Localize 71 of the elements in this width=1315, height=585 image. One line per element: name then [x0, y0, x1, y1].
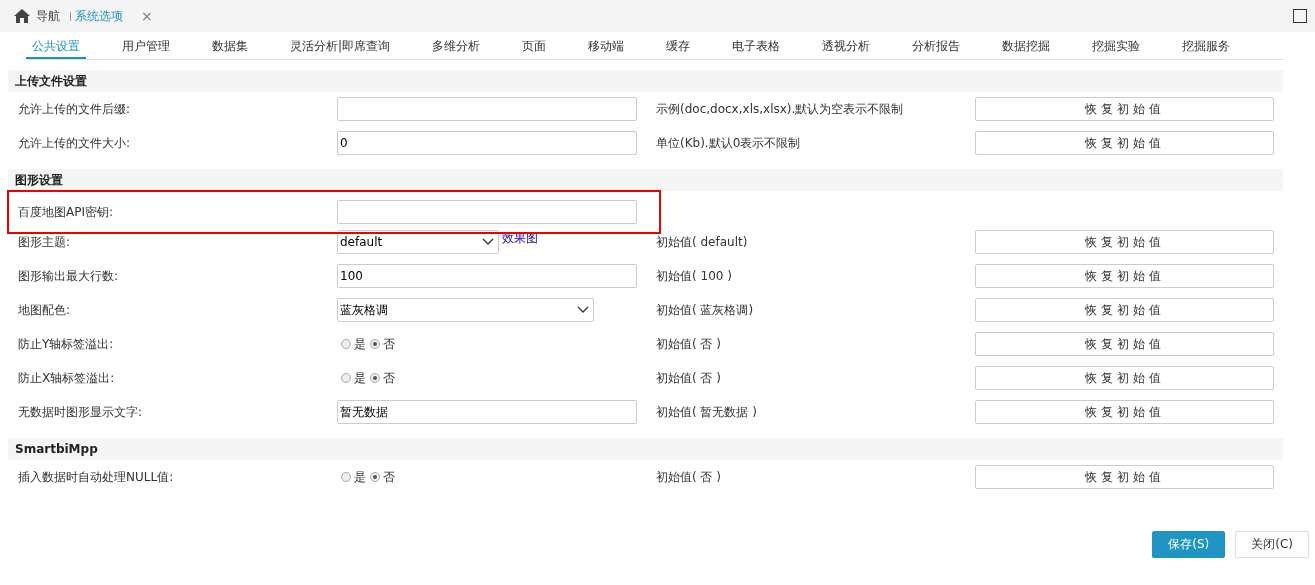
radio-button[interactable]: [370, 339, 380, 349]
chevron-down-icon[interactable]: [482, 238, 494, 246]
chevron-down-icon[interactable]: [577, 306, 589, 314]
input-field[interactable]: 暂无数据: [337, 400, 637, 424]
settings-tab[interactable]: 挖掘实验: [1086, 35, 1147, 59]
home-icon: [14, 9, 30, 23]
close-button[interactable]: 关闭(C): [1235, 531, 1309, 558]
settings-tab[interactable]: 数据集: [206, 35, 254, 59]
hint-text: 初始值( 否 ): [656, 369, 722, 387]
input-field[interactable]: 100: [337, 264, 637, 288]
hint-text: 初始值( 蓝灰格调): [656, 301, 755, 319]
radio-button[interactable]: [370, 373, 380, 383]
settings-tab[interactable]: 灵活分析|即席查询: [284, 35, 397, 59]
reset-button[interactable]: 恢复初始值: [975, 465, 1274, 489]
settings-tab[interactable]: 用户管理: [116, 35, 176, 59]
radio-label: 是: [354, 369, 366, 387]
settings-tab[interactable]: 数据挖掘: [996, 35, 1057, 59]
settings-tab[interactable]: 透视分析: [816, 35, 877, 59]
dropdown[interactable]: 蓝灰格调: [337, 298, 594, 322]
radio-label: 否: [383, 335, 395, 353]
field-label: 图形主题:: [17, 233, 72, 251]
field-label: 允许上传的文件大小:: [17, 134, 132, 152]
radio-button[interactable]: [370, 472, 380, 482]
input-field[interactable]: [337, 200, 637, 224]
hint-text: 初始值( 否 ): [656, 468, 722, 486]
settings-tab[interactable]: 移动端: [582, 35, 631, 59]
radio-button[interactable]: [341, 339, 351, 349]
radio-label: 否: [383, 369, 395, 387]
reset-button[interactable]: 恢复初始值: [975, 264, 1274, 288]
section-header: 图形设置: [8, 169, 1283, 191]
input-field[interactable]: 0: [337, 131, 637, 155]
hint-text: 单位(Kb).默认0表示不限制: [656, 134, 802, 152]
settings-tab[interactable]: 分析报告: [906, 35, 967, 59]
radio-label: 是: [354, 468, 366, 486]
settings-tab[interactable]: 多维分析: [426, 35, 487, 59]
dropdown[interactable]: default: [337, 230, 499, 254]
input-field[interactable]: [337, 97, 637, 121]
reset-button[interactable]: 恢复初始值: [975, 332, 1274, 356]
section-header: 上传文件设置: [8, 70, 1283, 92]
section-header: SmartbiMpp: [8, 438, 1283, 460]
field-label: 防止Y轴标签溢出:: [17, 335, 115, 353]
settings-tab[interactable]: 页面: [516, 35, 553, 59]
hint-text: 示例(doc,docx,xls,xlsx).默认为空表示不限制: [656, 100, 905, 118]
field-label: 图形输出最大行数:: [17, 267, 120, 285]
reset-button[interactable]: 恢复初始值: [975, 366, 1274, 390]
radio-button[interactable]: [341, 472, 351, 482]
hint-text: 初始值( 否 ): [656, 335, 722, 353]
radio-button[interactable]: [341, 373, 351, 383]
hint-text: 初始值( 暂无数据 ): [656, 403, 758, 421]
field-label: 百度地图API密钥:: [17, 203, 115, 221]
field-label: 无数据时图形显示文字:: [17, 403, 144, 421]
settings-tab[interactable]: 缓存: [660, 35, 697, 59]
field-label: 插入数据时自动处理NULL值:: [17, 468, 175, 486]
settings-tab[interactable]: 公共设置: [26, 35, 86, 59]
radio-label: 是: [354, 335, 366, 353]
reset-button[interactable]: 恢复初始值: [975, 230, 1274, 254]
reset-button[interactable]: 恢复初始值: [975, 400, 1274, 424]
close-tab-button[interactable]: ×: [141, 8, 153, 24]
maximize-icon[interactable]: [1293, 9, 1307, 23]
field-label: 防止X轴标签溢出:: [17, 369, 116, 387]
hint-text: 初始值( 100 ): [656, 267, 733, 285]
settings-tab[interactable]: 电子表格: [726, 35, 787, 59]
field-label: 地图配色:: [17, 301, 72, 319]
reset-button[interactable]: 恢复初始值: [975, 97, 1274, 121]
reset-button[interactable]: 恢复初始值: [975, 298, 1274, 322]
hint-text: 初始值( default): [656, 233, 749, 251]
field-label: 允许上传的文件后缀:: [17, 100, 132, 118]
reset-button[interactable]: 恢复初始值: [975, 131, 1274, 155]
settings-tab[interactable]: 挖掘服务: [1176, 35, 1237, 59]
radio-label: 否: [383, 468, 395, 486]
nav-tab[interactable]: 导航: [14, 7, 60, 25]
